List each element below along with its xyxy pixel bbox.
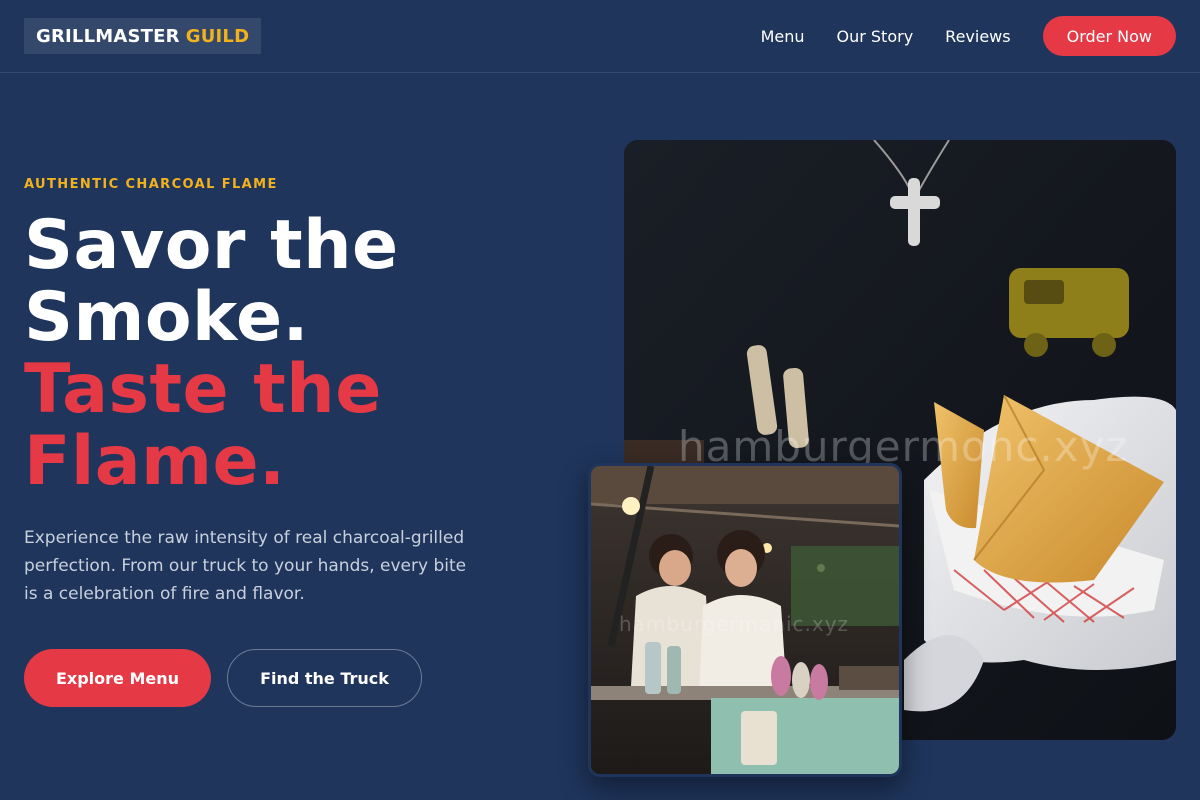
logo[interactable]: GRILLMASTER GUILD: [24, 18, 262, 54]
headline-line-3: Taste the: [24, 350, 382, 429]
nav-link-reviews[interactable]: Reviews: [945, 27, 1010, 46]
headline-line-4: Flame.: [24, 422, 286, 501]
hero-description: Experience the raw intensity of real cha…: [24, 528, 467, 604]
explore-menu-button[interactable]: Explore Menu: [24, 649, 211, 707]
hero-eyebrow: AUTHENTIC CHARCOAL FLAME: [24, 177, 278, 192]
secondary-photo-watermark: hamburgermanic.xyz: [619, 612, 850, 636]
find-truck-button[interactable]: Find the Truck: [227, 649, 422, 707]
page: GRILLMASTER GUILD Menu Our Story Reviews…: [0, 0, 1200, 800]
hero-secondary-photo: hamburgermanic.xyz: [588, 463, 902, 777]
hero-headline: Savor the Smoke. Taste the Flame.: [24, 210, 584, 498]
headline-line-1: Savor the: [24, 206, 399, 285]
nav-links: Menu Our Story Reviews Order Now: [761, 16, 1176, 56]
nav-link-our-story[interactable]: Our Story: [837, 27, 914, 46]
logo-text-primary: GRILLMASTER: [36, 25, 180, 47]
headline-line-2: Smoke.: [24, 278, 309, 357]
order-now-button[interactable]: Order Now: [1042, 16, 1176, 56]
navbar: GRILLMASTER GUILD Menu Our Story Reviews…: [0, 0, 1200, 73]
logo-text-accent: GUILD: [185, 25, 250, 47]
nav-link-menu[interactable]: Menu: [761, 27, 805, 46]
